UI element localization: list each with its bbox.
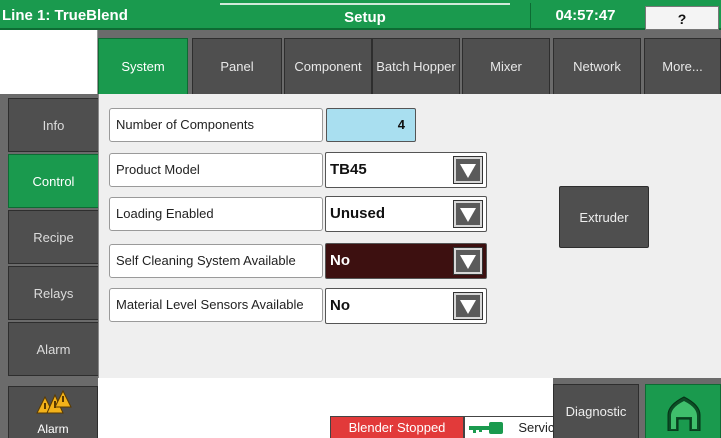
line-name: Line 1: TrueBlend bbox=[2, 7, 128, 24]
self-cleaning-value: No bbox=[330, 252, 350, 269]
dropdown-arrow-icon[interactable] bbox=[453, 156, 483, 184]
sidebar-item-relays[interactable]: Relays bbox=[8, 266, 98, 320]
screen-title: Setup bbox=[220, 3, 510, 29]
level-sensors-label: Material Level Sensors Available bbox=[109, 288, 323, 322]
dropdown-arrow-icon[interactable] bbox=[453, 292, 483, 320]
loading-enabled-value: Unused bbox=[330, 205, 386, 222]
num-components-input[interactable]: 4 bbox=[326, 108, 416, 142]
help-button[interactable]: ? bbox=[645, 6, 719, 30]
product-model-dropdown[interactable]: TB45 bbox=[325, 152, 487, 188]
num-components-label: Number of Components bbox=[109, 108, 323, 142]
tab-component[interactable]: Component bbox=[284, 38, 372, 94]
diagnostic-button[interactable]: Diagnostic bbox=[553, 384, 639, 438]
sidebar-item-control[interactable]: Control bbox=[8, 154, 98, 208]
dropdown-arrow-icon[interactable] bbox=[453, 247, 483, 275]
sidebar-item-info[interactable]: Info bbox=[8, 98, 98, 152]
tab-system[interactable]: System bbox=[98, 38, 188, 94]
settings-panel: Number of Components 4 Product Model TB4… bbox=[98, 94, 721, 378]
level-sensors-dropdown[interactable]: No bbox=[325, 288, 487, 324]
loading-enabled-label: Loading Enabled bbox=[109, 197, 323, 231]
alarm-button[interactable]: Alarm bbox=[8, 386, 98, 438]
product-model-label: Product Model bbox=[109, 153, 323, 187]
tab-strip: System Panel Component Batch Hopper Mixe… bbox=[0, 30, 721, 94]
home-icon bbox=[667, 396, 701, 431]
home-button[interactable] bbox=[645, 384, 721, 438]
tab-network[interactable]: Network bbox=[553, 38, 641, 94]
title-bar: Line 1: TrueBlend Setup 04:57:47 ? bbox=[0, 0, 721, 30]
extruder-button[interactable]: Extruder bbox=[559, 186, 649, 248]
key-icon bbox=[469, 422, 503, 434]
tab-batch-hopper[interactable]: Batch Hopper bbox=[372, 38, 460, 94]
bottom-bar: Alarm Blender Stopped Service Diagnostic bbox=[0, 378, 721, 438]
product-model-value: TB45 bbox=[330, 161, 367, 178]
tab-panel[interactable]: Panel bbox=[192, 38, 282, 94]
self-cleaning-label: Self Cleaning System Available bbox=[109, 244, 323, 278]
tab-mixer[interactable]: Mixer bbox=[462, 38, 550, 94]
tab-more[interactable]: More... bbox=[644, 38, 721, 94]
self-cleaning-dropdown[interactable]: No bbox=[325, 243, 487, 279]
level-sensors-value: No bbox=[330, 297, 350, 314]
warning-triangles-icon bbox=[36, 389, 72, 414]
tab-strip-spacer bbox=[0, 30, 98, 94]
blender-status: Blender Stopped bbox=[330, 416, 464, 438]
clock: 04:57:47 bbox=[530, 3, 640, 29]
sidebar-item-alarm[interactable]: Alarm bbox=[8, 322, 98, 376]
alarm-button-label: Alarm bbox=[37, 422, 69, 436]
sidebar-item-recipe[interactable]: Recipe bbox=[8, 210, 98, 264]
loading-enabled-dropdown[interactable]: Unused bbox=[325, 196, 487, 232]
sidebar: Info Control Recipe Relays Alarm bbox=[0, 94, 98, 378]
dropdown-arrow-icon[interactable] bbox=[453, 200, 483, 228]
status-area: Blender Stopped Service bbox=[98, 378, 568, 438]
